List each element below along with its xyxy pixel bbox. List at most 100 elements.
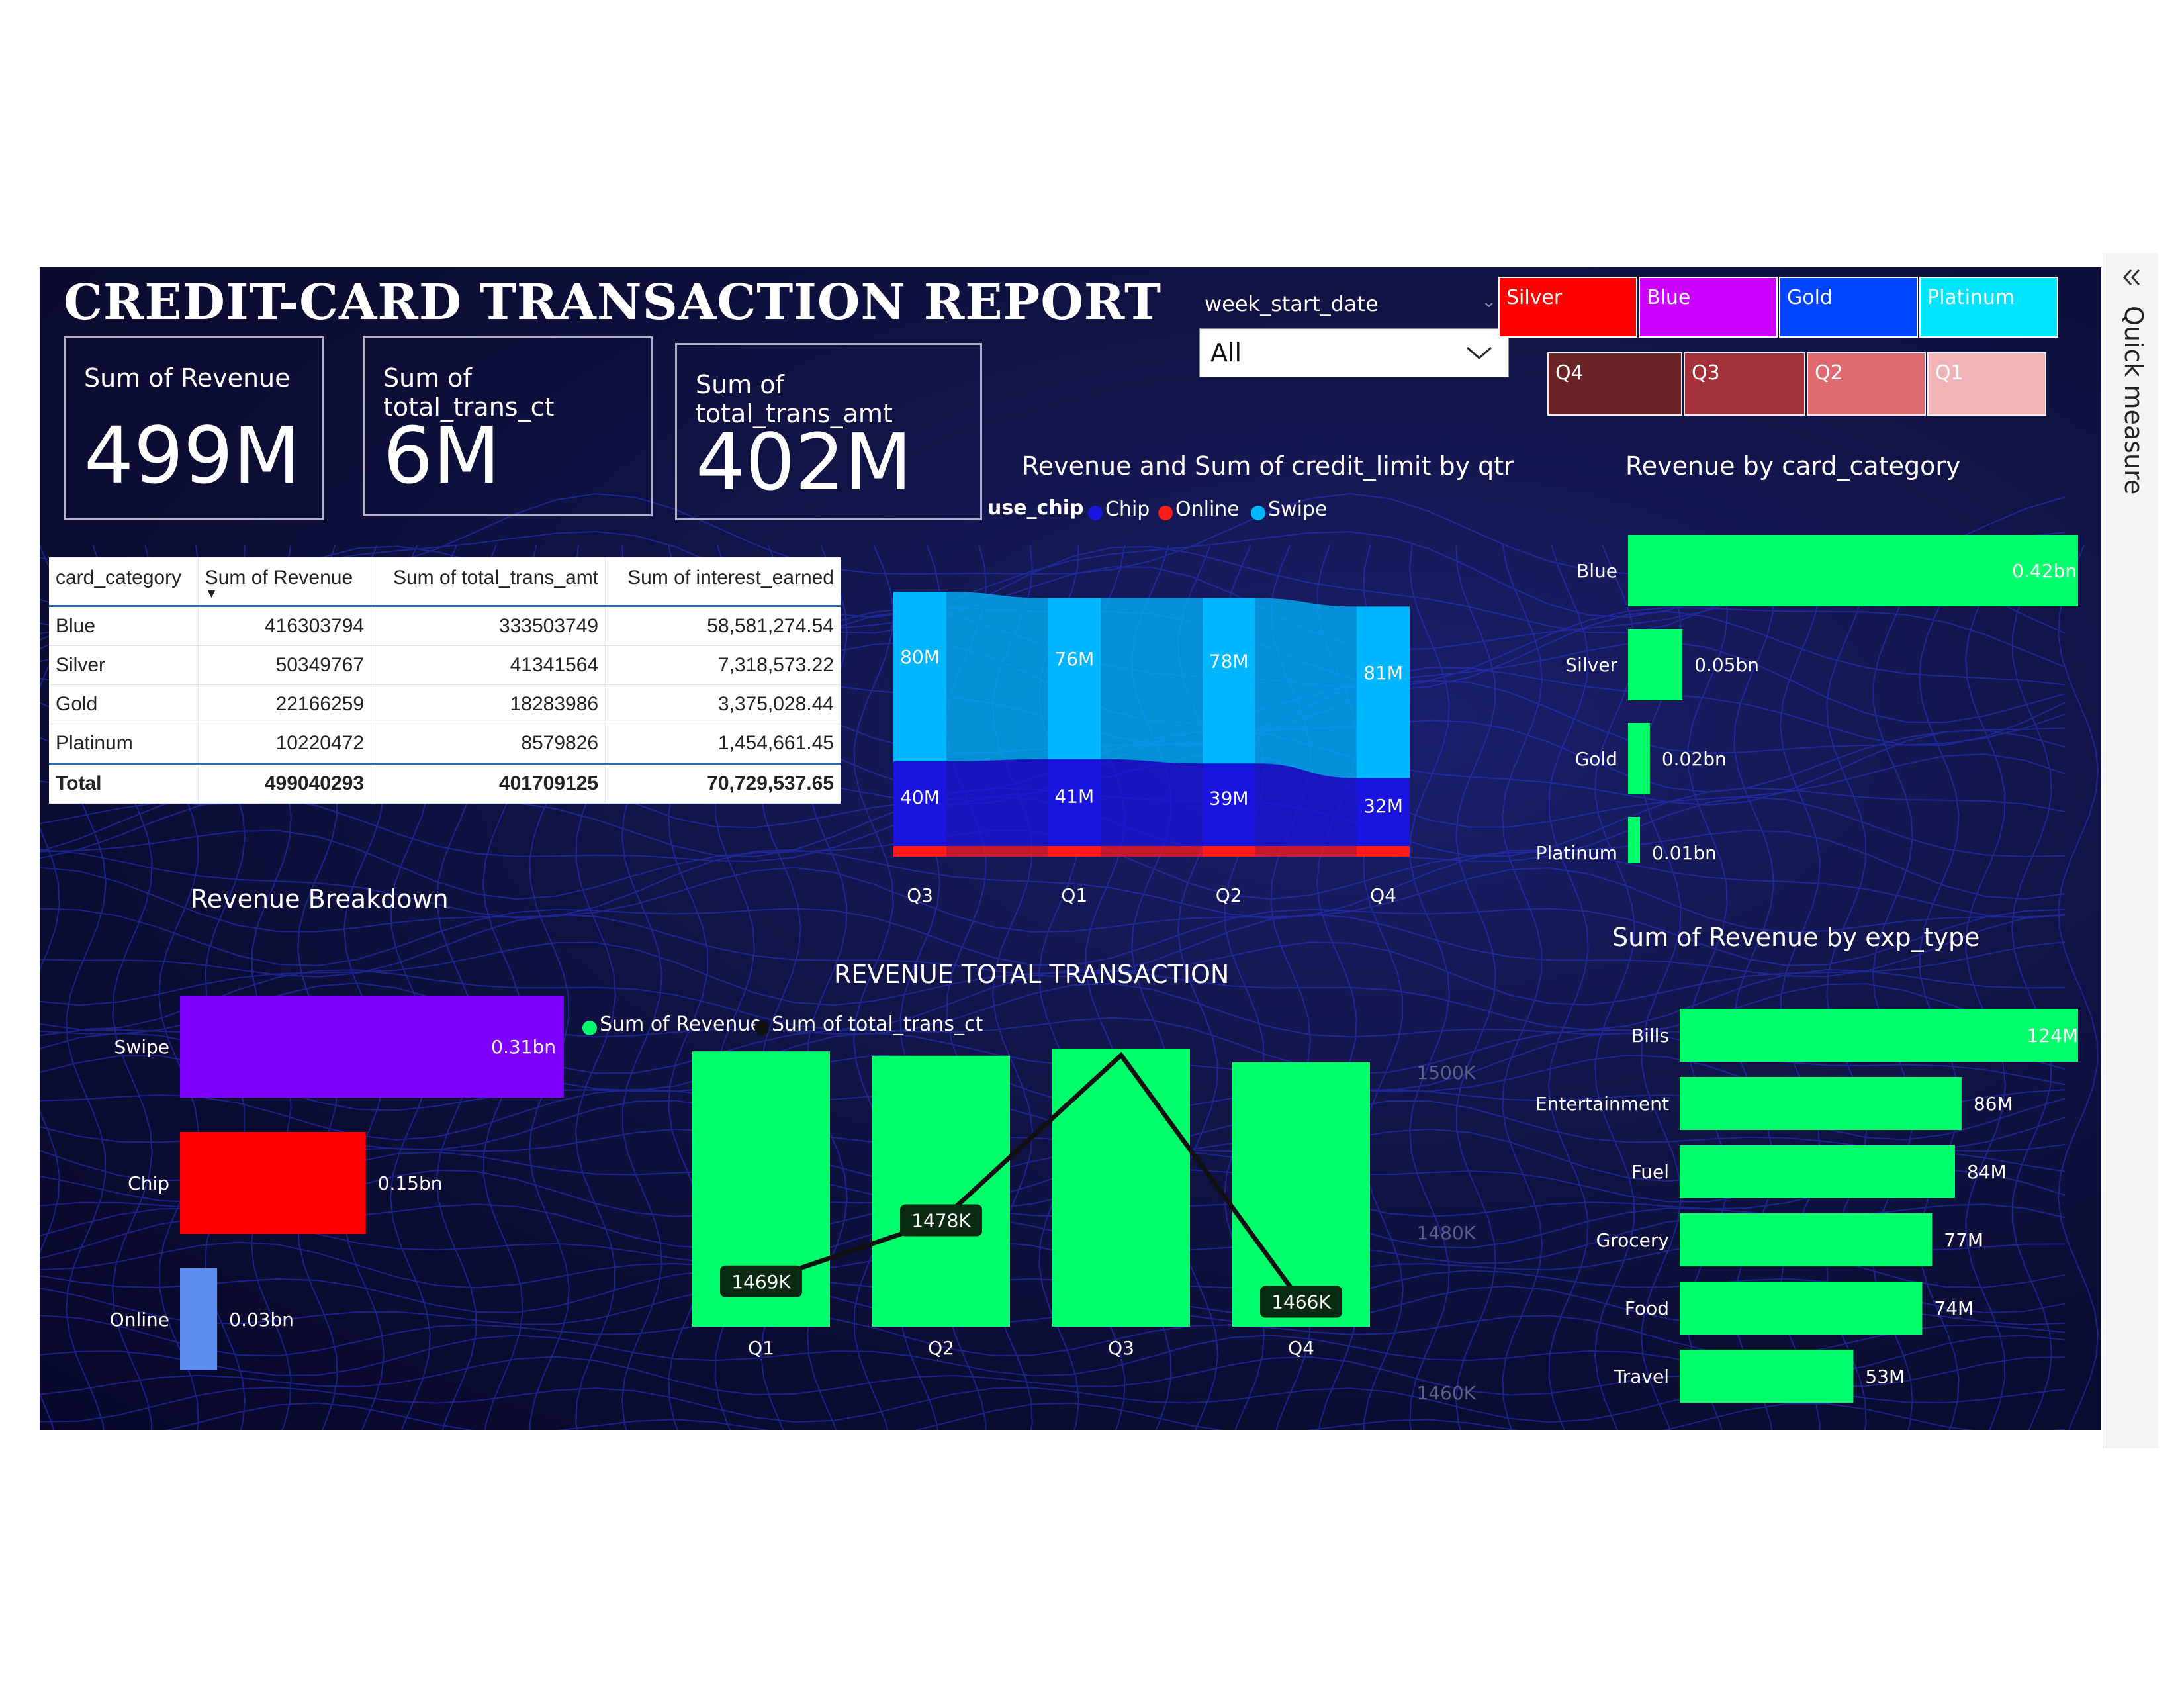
y2-tick-label: 1460K	[1416, 1382, 1476, 1404]
bar	[1680, 1145, 1955, 1198]
legend-marker	[754, 1021, 769, 1035]
combo-chart-title: REVENUE TOTAL TRANSACTION	[834, 960, 1230, 989]
data-label: 80M	[900, 646, 940, 668]
x-tick-label: Q4	[1370, 884, 1396, 906]
category-label: Chip	[128, 1172, 169, 1194]
card-button-gold[interactable]: Gold	[1779, 277, 1918, 338]
ribbon-swipe	[946, 592, 1048, 761]
ribbon-online	[1255, 846, 1357, 857]
quick-measure-pane[interactable]: Quick measure	[2103, 253, 2158, 1448]
ribbon-chart: 40M 80M Q3 41M 76M Q1 39M 78M Q2 32M 81M Q4	[893, 592, 1410, 906]
data-label: 78M	[1209, 650, 1249, 672]
data-label: 81M	[1363, 662, 1403, 684]
table-cell: 416303794	[197, 606, 371, 646]
legend-marker	[1158, 506, 1173, 520]
button-label: Q3	[1692, 361, 1720, 385]
bar	[1680, 1077, 1962, 1130]
table-row[interactable]: Silver 50349767 41341564 7,318,573.22	[49, 645, 841, 685]
data-label: 1478K	[911, 1210, 971, 1232]
kpi-value: 402M	[696, 416, 913, 508]
double-chevron-left-icon[interactable]	[2120, 267, 2143, 287]
category-label: Food	[1625, 1297, 1669, 1319]
quick-measure-label: Quick measure	[2119, 306, 2148, 495]
legend-marker	[582, 1021, 597, 1035]
kpi-card-revenue: Sum of Revenue 499M	[64, 336, 324, 520]
data-label: 0.42bn	[2012, 560, 2077, 582]
kpi-card-trans-ct: Sum of total_trans_ct 6M	[363, 336, 653, 516]
button-label: Blue	[1647, 286, 1691, 309]
ribbon-column-online	[893, 846, 946, 857]
data-label: 76M	[1054, 648, 1094, 670]
x-tick-label: Q4	[1288, 1337, 1314, 1359]
table-row[interactable]: Gold 22166259 18283986 3,375,028.44	[49, 684, 841, 724]
chevron-down-icon[interactable]: ⌄	[1481, 290, 1496, 312]
card-category-table: card_category Sum of Revenue ▼ Sum of tot…	[49, 557, 841, 804]
ribbon-column-online	[1048, 846, 1101, 857]
legend-label[interactable]: Online	[1175, 498, 1240, 521]
table-cell: 41341564	[371, 645, 606, 685]
quarter-button-q3[interactable]: Q3	[1684, 352, 1805, 416]
button-label: Q1	[1935, 361, 1964, 385]
sort-desc-icon: ▼	[205, 586, 218, 601]
table-row[interactable]: Blue 416303794 333503749 58,581,274.54	[49, 606, 841, 646]
table-cell: Gold	[49, 684, 199, 724]
data-label: 84M	[1967, 1161, 2007, 1183]
table-row[interactable]: Platinum 10220472 8579826 1,454,661.45	[49, 724, 841, 764]
ribbon-chip	[1101, 759, 1203, 846]
button-label: Silver	[1506, 286, 1563, 309]
col-header-revenue[interactable]: Sum of Revenue ▼	[197, 557, 371, 607]
ribbon-column-online	[1202, 846, 1255, 857]
ribbon-online	[1101, 846, 1203, 857]
col-header-interest[interactable]: Sum of interest_earned	[605, 557, 841, 607]
table-header-row: card_category Sum of Revenue ▼ Sum of tot…	[49, 557, 841, 607]
bar	[1628, 817, 1640, 863]
kpi-value: 499M	[84, 410, 301, 501]
revenue-total-transaction-chart: 126MQ1124MQ2128MQ3121MQ41469K1478K1466K1…	[692, 1049, 1477, 1404]
card-button-silver[interactable]: Silver	[1498, 277, 1637, 338]
quarter-button-q1[interactable]: Q1	[1927, 352, 2046, 416]
category-label: Entertainment	[1535, 1093, 1669, 1115]
kpi-value: 6M	[383, 410, 500, 501]
legend-label[interactable]: Swipe	[1268, 498, 1327, 521]
data-label: 0.15bn	[378, 1172, 443, 1194]
card-button-platinum[interactable]: Platinum	[1919, 277, 2058, 338]
bar	[1628, 723, 1650, 794]
category-label: Platinum	[1536, 842, 1617, 863]
ribbon-swipe	[1255, 598, 1357, 778]
data-label: 1466K	[1271, 1291, 1331, 1313]
data-label: 39M	[1209, 788, 1249, 810]
table-cell: 8579826	[371, 724, 606, 764]
card-category-chart-title: Revenue by card_category	[1625, 451, 1961, 481]
data-label: 0.02bn	[1662, 748, 1727, 770]
kpi-label: Sum of Revenue	[84, 363, 291, 393]
card-button-blue[interactable]: Blue	[1639, 277, 1778, 338]
ribbon-chart-title: Revenue and Sum of credit_limit by qtr	[1022, 451, 1514, 481]
x-tick-label: Q3	[1108, 1337, 1134, 1359]
quarter-button-q4[interactable]: Q4	[1547, 352, 1682, 416]
col-header-card-category[interactable]: card_category	[49, 557, 199, 607]
category-label: Silver	[1565, 654, 1617, 676]
data-label: 124M	[2026, 1025, 2078, 1047]
legend-label[interactable]: Sum of total_trans_ct	[772, 1013, 983, 1036]
ribbon-column-online	[1357, 846, 1410, 857]
col-header-trans-amt[interactable]: Sum of total_trans_amt	[371, 557, 606, 607]
button-label: Q4	[1555, 361, 1584, 385]
legend-label[interactable]: Sum of Revenue	[600, 1013, 762, 1036]
quarter-button-q2[interactable]: Q2	[1807, 352, 1926, 416]
legend-label[interactable]: Chip	[1105, 498, 1150, 521]
bar	[1680, 1350, 1854, 1403]
dropdown-value: All	[1210, 338, 1242, 367]
data-label: 0.05bn	[1694, 654, 1759, 676]
legend-title: use_chip	[987, 496, 1084, 520]
x-tick-label: Q1	[748, 1337, 774, 1359]
ribbon-online	[946, 846, 1048, 857]
table-cell: 58,581,274.54	[605, 606, 841, 646]
table-cell: 333503749	[371, 606, 606, 646]
ribbon-column-swipe	[893, 592, 946, 761]
ribbon-swipe	[1101, 598, 1203, 764]
week-start-date-dropdown[interactable]: All	[1199, 328, 1509, 377]
ribbon-column-swipe	[1048, 598, 1101, 759]
total-cell: Total	[49, 763, 199, 804]
total-cell: 401709125	[371, 763, 606, 804]
data-label: 40M	[900, 786, 940, 808]
